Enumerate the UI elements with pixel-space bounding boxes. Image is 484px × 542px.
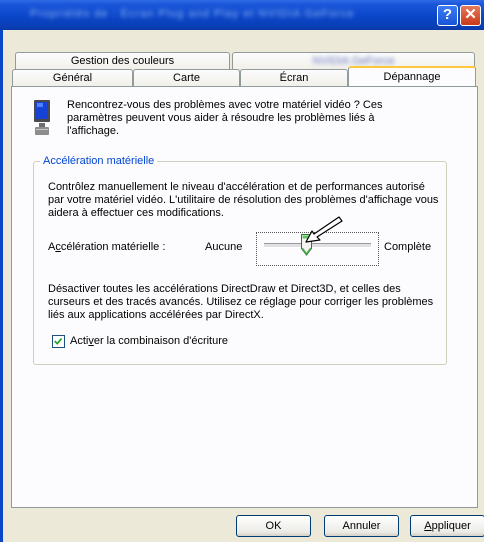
tab-carte[interactable]: Carte bbox=[133, 69, 240, 86]
apply-button[interactable]: Appliquer bbox=[410, 515, 484, 537]
slider-max-label: Complète bbox=[384, 241, 432, 253]
intro-text: Rencontrez-vous des problèmes avec votre… bbox=[67, 99, 383, 137]
slider-min-label: Aucune bbox=[205, 241, 243, 253]
apply-button-rest: ppliquer bbox=[431, 520, 471, 532]
group-description: Contrôlez manuellement le niveau d'accél… bbox=[48, 181, 439, 219]
tab-general[interactable]: Général bbox=[12, 69, 133, 86]
title-bar[interactable]: Propriétés de : Écran Plug and Play et N… bbox=[0, 0, 484, 30]
acceleration-label: Accélération matérielle : bbox=[48, 241, 165, 253]
cancel-button[interactable]: Annuler bbox=[324, 515, 399, 537]
arrow-cursor-icon bbox=[305, 216, 343, 243]
write-combining-label[interactable]: Activer la combinaison d'écriture bbox=[70, 335, 228, 347]
checkmark-icon bbox=[54, 337, 63, 345]
write-combining-checkbox[interactable] bbox=[52, 335, 65, 348]
tab-depannage[interactable]: Dépannage bbox=[348, 66, 476, 86]
window-border bbox=[0, 30, 3, 542]
acceleration-label-suffix: célération matérielle : bbox=[60, 241, 166, 253]
group-title: Accélération matérielle bbox=[40, 154, 158, 168]
close-button[interactable]: ✕ bbox=[460, 5, 481, 26]
write-combining-label-suffix: er la combinaison d'écriture bbox=[93, 335, 229, 347]
window-title: Propriétés de : Écran Plug and Play et N… bbox=[30, 8, 355, 20]
write-combining-label-prefix: Acti bbox=[70, 335, 89, 347]
tab-ecran[interactable]: Écran bbox=[240, 69, 348, 86]
apply-button-accesskey: A bbox=[424, 520, 432, 532]
ok-button[interactable]: OK bbox=[236, 515, 311, 537]
level-description: Désactiver toutes les accélérations Dire… bbox=[48, 283, 434, 321]
help-button[interactable]: ? bbox=[437, 5, 458, 26]
tab-color-management[interactable]: Gestion des couleurs bbox=[15, 52, 230, 69]
monitor-icon bbox=[34, 100, 50, 135]
